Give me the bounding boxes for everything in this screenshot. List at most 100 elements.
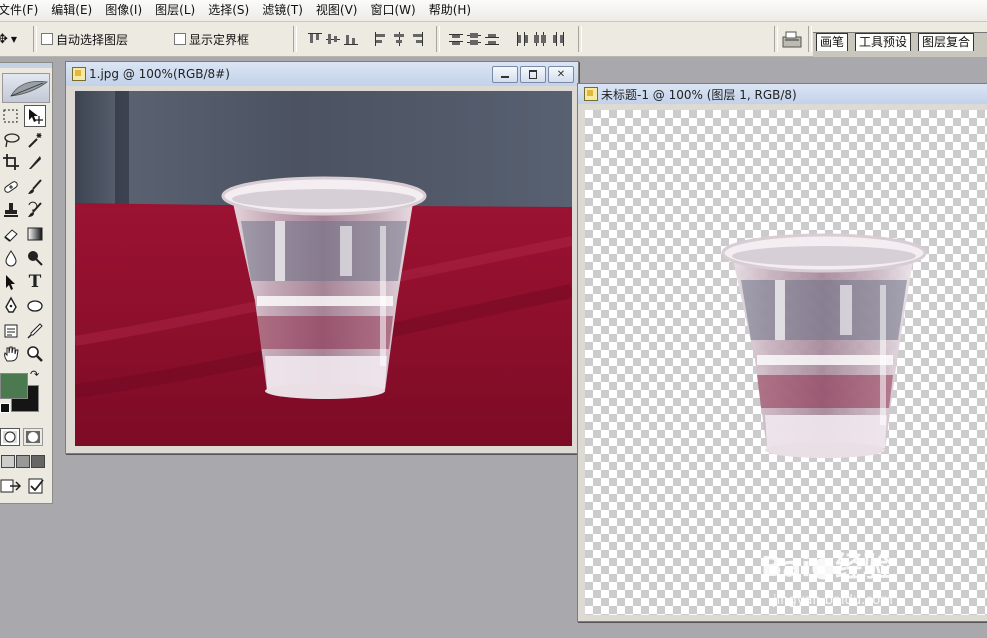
document-icon bbox=[72, 67, 86, 81]
clone-stamp-icon[interactable] bbox=[0, 199, 22, 221]
divider bbox=[808, 26, 812, 52]
document-window-photo: 1.jpg @ 100%(RGB/8#) bbox=[65, 61, 579, 454]
palette-well: 画笔 工具预设 图层复合 bbox=[813, 32, 987, 57]
magic-wand-icon[interactable] bbox=[24, 129, 46, 151]
align-horizontal-buttons bbox=[372, 22, 426, 56]
divider bbox=[774, 26, 778, 52]
feather-icon bbox=[10, 80, 49, 97]
maximize-button[interactable] bbox=[520, 66, 546, 83]
history-brush-icon[interactable] bbox=[24, 199, 46, 221]
menu-help[interactable]: 帮助(H) bbox=[422, 0, 477, 21]
pen-tool-icon[interactable] bbox=[0, 294, 22, 316]
watermark-url: jingyan.baidu.com bbox=[773, 593, 893, 608]
document-icon bbox=[584, 87, 598, 101]
align-vcenter-icon[interactable] bbox=[326, 32, 340, 46]
image-canvas[interactable] bbox=[75, 91, 572, 446]
tab-tool-presets[interactable]: 工具预设 bbox=[855, 33, 912, 51]
move-tool-icon: ✥ bbox=[0, 31, 8, 47]
show-bounds-label: 显示定界框 bbox=[189, 32, 250, 47]
file-browser-button[interactable] bbox=[781, 22, 803, 56]
glass-photo bbox=[75, 91, 572, 446]
zoom-tool-icon[interactable] bbox=[24, 343, 46, 365]
crop-tool-icon[interactable] bbox=[0, 151, 22, 173]
move-tool-icon[interactable] bbox=[24, 105, 46, 127]
path-selection-icon[interactable] bbox=[0, 271, 22, 293]
window-title-bar[interactable]: 未标题-1 @ 100% (图层 1, RGB/8) bbox=[578, 84, 987, 104]
menu-layer[interactable]: 图层(L) bbox=[148, 0, 201, 21]
notes-tool-icon[interactable] bbox=[0, 320, 22, 342]
align-buttons bbox=[306, 22, 360, 56]
minimize-button[interactable] bbox=[492, 66, 518, 83]
divider bbox=[436, 26, 440, 52]
tab-layer-comps[interactable]: 图层复合 bbox=[918, 33, 975, 51]
menu-file[interactable]: 文件(F) bbox=[0, 0, 44, 21]
screen-mode-full-menu[interactable] bbox=[16, 455, 30, 468]
circle-icon bbox=[3, 431, 17, 443]
options-bar: ✥ ▼ 自动选择图层 显示定界框 画笔 工具预设 图层复合 bbox=[0, 22, 987, 57]
menu-filter[interactable]: 滤镜(T) bbox=[255, 0, 309, 21]
menu-image[interactable]: 图像(I) bbox=[98, 0, 148, 21]
screen-mode-standard[interactable] bbox=[1, 455, 15, 468]
align-left-icon[interactable] bbox=[374, 32, 388, 46]
gradient-tool-icon[interactable] bbox=[24, 223, 46, 245]
toolbox-grip[interactable] bbox=[0, 63, 52, 68]
default-colors-icon[interactable] bbox=[0, 403, 10, 413]
tool-preset-picker[interactable]: ✥ ▼ bbox=[0, 22, 17, 56]
quickmask-icon bbox=[26, 431, 40, 443]
tab-brushes[interactable]: 画笔 bbox=[816, 33, 849, 51]
divider bbox=[578, 26, 582, 52]
marquee-tool-icon[interactable] bbox=[0, 105, 22, 127]
extracted-glass bbox=[721, 233, 927, 458]
divider bbox=[293, 26, 297, 52]
foreground-color-swatch[interactable] bbox=[0, 373, 28, 399]
healing-brush-icon[interactable] bbox=[0, 176, 22, 198]
align-bottom-icon[interactable] bbox=[344, 32, 358, 46]
align-right-icon[interactable] bbox=[410, 32, 424, 46]
shape-tool-icon[interactable] bbox=[24, 294, 46, 316]
window-title-bar[interactable]: 1.jpg @ 100%(RGB/8#) bbox=[66, 62, 578, 86]
distribute-left-icon[interactable] bbox=[515, 32, 529, 46]
jump-to-imageready-icon[interactable] bbox=[0, 477, 24, 495]
auto-select-checkbox[interactable] bbox=[41, 33, 53, 45]
swap-colors-icon[interactable]: ↷ bbox=[30, 368, 39, 381]
quickmask-mode-button[interactable] bbox=[23, 428, 43, 446]
menu-window[interactable]: 窗口(W) bbox=[363, 0, 421, 21]
align-hcenter-icon[interactable] bbox=[392, 32, 406, 46]
show-bounds-option[interactable]: 显示定界框 bbox=[174, 22, 249, 56]
show-bounds-checkbox[interactable] bbox=[174, 33, 186, 45]
window-title: 未标题-1 @ 100% (图层 1, RGB/8) bbox=[601, 87, 797, 102]
standard-mode-button[interactable] bbox=[0, 428, 20, 446]
distribute-hcenter-icon[interactable] bbox=[533, 32, 547, 46]
toolbox-header[interactable] bbox=[2, 73, 50, 103]
watermark-logo: Bai●经验 bbox=[761, 550, 892, 583]
menu-bar: 文件(F) 编辑(E) 图像(I) 图层(L) 选择(S) 滤镜(T) 视图(V… bbox=[0, 0, 987, 22]
toolbox: T ↷ bbox=[0, 62, 53, 504]
close-button[interactable] bbox=[548, 66, 574, 83]
hand-tool-icon[interactable] bbox=[0, 343, 22, 365]
type-tool-icon[interactable]: T bbox=[24, 271, 46, 293]
eyedropper-icon[interactable] bbox=[24, 320, 46, 342]
file-browser-icon bbox=[782, 31, 802, 48]
screen-mode-full[interactable] bbox=[31, 455, 45, 468]
eraser-tool-icon[interactable] bbox=[0, 223, 22, 245]
align-top-icon[interactable] bbox=[308, 32, 322, 46]
chevron-down-icon: ▼ bbox=[10, 34, 18, 44]
distribute-top-icon[interactable] bbox=[449, 32, 463, 46]
menu-edit[interactable]: 编辑(E) bbox=[44, 0, 98, 21]
lasso-tool-icon[interactable] bbox=[0, 129, 22, 151]
distribute-right-icon[interactable] bbox=[551, 32, 565, 46]
menu-select[interactable]: 选择(S) bbox=[201, 0, 255, 21]
blur-tool-icon[interactable] bbox=[0, 247, 22, 269]
distribute-vcenter-icon[interactable] bbox=[467, 32, 481, 46]
dodge-tool-icon[interactable] bbox=[24, 247, 46, 269]
brush-tool-icon[interactable] bbox=[24, 176, 46, 198]
window-title: 1.jpg @ 100%(RGB/8#) bbox=[89, 67, 230, 81]
distribute-vertical-buttons bbox=[447, 22, 501, 56]
auto-select-layer-option[interactable]: 自动选择图层 bbox=[41, 22, 128, 56]
transparent-canvas[interactable]: Bai●经验 jingyan.baidu.com bbox=[585, 110, 987, 615]
divider bbox=[33, 26, 37, 52]
distribute-bottom-icon[interactable] bbox=[485, 32, 499, 46]
menu-view[interactable]: 视图(V) bbox=[309, 0, 364, 21]
slice-tool-icon[interactable] bbox=[24, 151, 46, 173]
checkmark-icon[interactable] bbox=[27, 477, 45, 495]
